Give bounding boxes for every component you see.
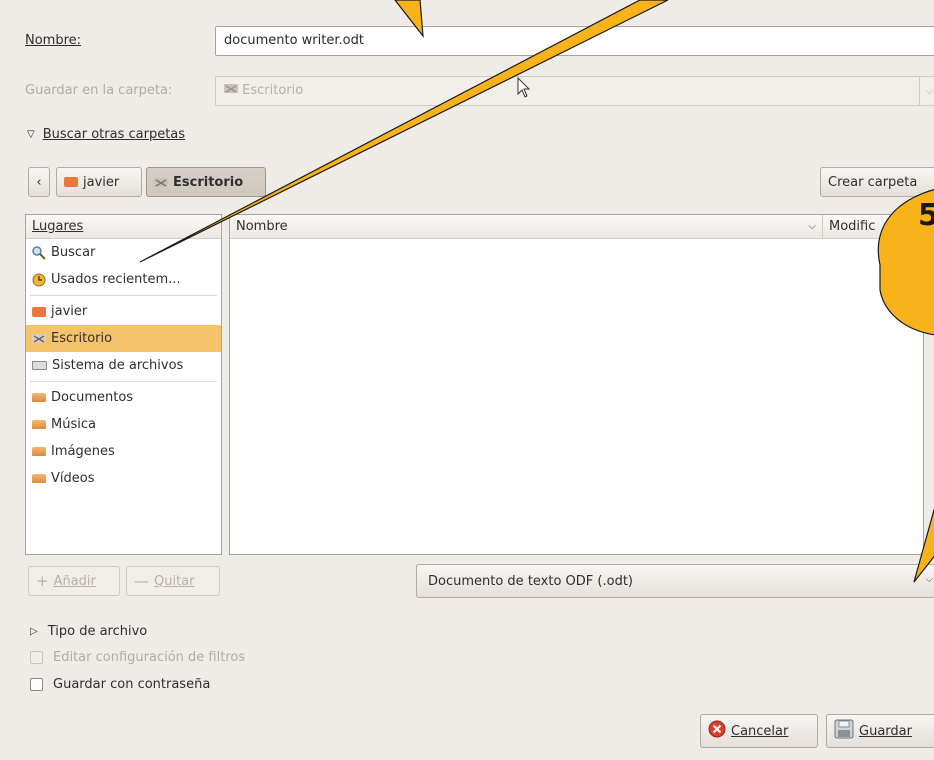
callout-pointer-filter (913, 508, 934, 583)
callout-pointer-places (139, 0, 669, 263)
callout-number: 5 (918, 198, 934, 233)
callout-pointer-filename (394, 0, 424, 38)
annotation-overlay (139, 0, 934, 583)
